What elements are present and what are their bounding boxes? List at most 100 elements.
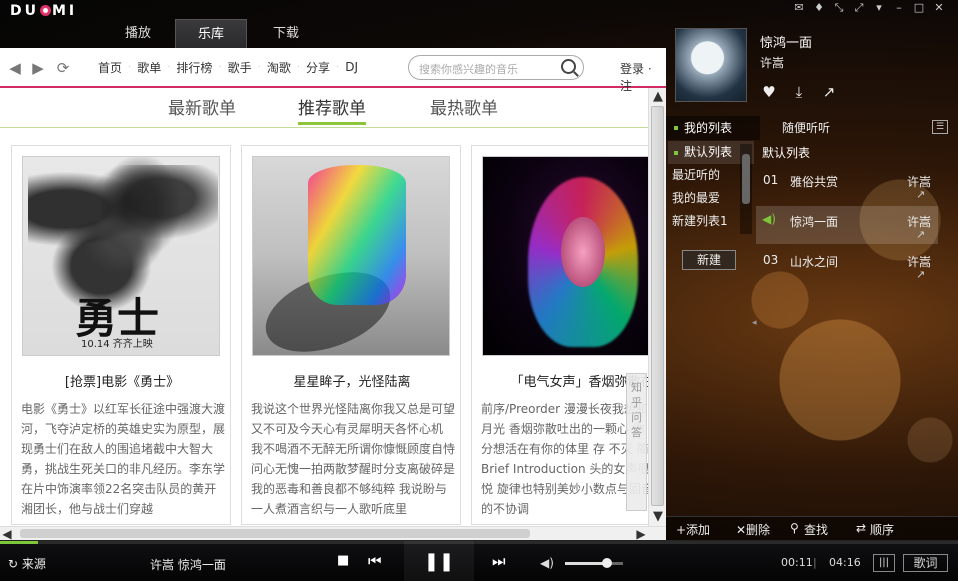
scroll-up-icon[interactable]: ▲	[649, 88, 666, 106]
tab-play[interactable]: 播放	[102, 19, 174, 48]
nav-charts[interactable]: 排行榜	[170, 59, 218, 76]
song-title: 雅俗共赏	[790, 175, 839, 189]
song-share-icon[interactable]: ↗	[916, 268, 925, 281]
search-small-icon[interactable]: ⚲	[790, 521, 799, 535]
pause-icon[interactable]: ❚❚	[404, 541, 474, 581]
playlist-scroll-thumb[interactable]	[742, 154, 750, 204]
qa-float-button[interactable]: 知乎问答	[626, 373, 647, 511]
equalizer-icon[interactable]: |||	[873, 554, 895, 572]
playlist-cards: 勇士 10.14 齐齐上映 [抢票]电影《勇士》 电影《勇士》以红军长征途中强渡…	[11, 145, 651, 525]
song-share-icon[interactable]: ↗	[916, 228, 925, 241]
playlist-title[interactable]: 星星眸子，光怪陆离	[242, 371, 462, 390]
playlist-scrollbar[interactable]	[740, 144, 752, 234]
forward-arrow-icon[interactable]: ▶	[29, 59, 47, 77]
library-browser: ◀ ▶ ⟳ 首页 · 歌单 · 排行榜 · 歌手 · 淘歌 · 分享 · DJ 搜索你感兴趣…	[0, 48, 666, 540]
share-icon[interactable]: ↗	[820, 83, 838, 101]
scroll-down-icon[interactable]: ▼	[649, 508, 666, 526]
tab-library[interactable]: 乐库	[175, 19, 247, 48]
add-button[interactable]: +添加	[676, 521, 710, 538]
playlist-card[interactable]: 勇士 10.14 齐齐上映 [抢票]电影《勇士》 电影《勇士》以红军长征途中强渡…	[11, 145, 231, 525]
tab-my-lists[interactable]: 我的列表	[666, 116, 760, 140]
next-icon[interactable]: ⏭	[492, 552, 506, 570]
back-arrow-icon[interactable]: ◀	[6, 59, 24, 77]
nav-share[interactable]: 分享	[300, 59, 336, 76]
playlist-cover[interactable]: 勇士 10.14 齐齐上映	[22, 156, 220, 356]
nav-home[interactable]: 首页	[92, 59, 128, 76]
subtab-recommended[interactable]: 推荐歌单	[298, 94, 366, 125]
scroll-right-icon[interactable]: ▶	[634, 527, 648, 540]
playlist-card[interactable]: 星星眸子，光怪陆离 我说这个世界光怪陆离你我又总是可望又不可及今天心有灵犀明天各…	[241, 145, 461, 525]
subtab-hottest[interactable]: 最热歌单	[430, 94, 498, 119]
vertical-scrollbar[interactable]: ▲ ▼	[648, 88, 666, 526]
song-row[interactable]: 03 山水之间 许嵩 ↗	[756, 246, 938, 284]
menu-icon[interactable]: ▾	[872, 2, 886, 14]
horizontal-scrollbar[interactable]: ◀ ▶	[0, 526, 666, 540]
song-row-playing[interactable]: ◀) 惊鸿一面 许嵩 ↗	[756, 206, 938, 244]
list-menu-icon[interactable]: ☰	[932, 120, 948, 134]
find-button[interactable]: 查找	[804, 521, 828, 538]
expand-icon[interactable]: ⤢	[852, 2, 866, 14]
time-separator: |	[813, 556, 817, 569]
minimize-icon[interactable]: –	[892, 2, 906, 14]
scroll-thumb[interactable]	[651, 106, 664, 506]
current-list-title: 默认列表	[762, 146, 811, 160]
previous-icon[interactable]: ⏮	[368, 552, 382, 570]
maximize-icon[interactable]: □	[912, 2, 926, 14]
nav-playlists[interactable]: 歌单	[131, 59, 167, 76]
search-icon[interactable]	[561, 59, 576, 74]
new-list-button[interactable]: 新建	[682, 250, 736, 270]
volume-knob[interactable]	[601, 558, 612, 568]
playback-progress[interactable]	[0, 541, 958, 544]
tab-download[interactable]: 下载	[250, 19, 322, 48]
volume-fill	[565, 562, 607, 565]
nav-artists[interactable]: 歌手	[222, 59, 258, 76]
source-button[interactable]: ↻ 来源	[8, 555, 46, 572]
download-icon[interactable]: ⤓	[790, 83, 808, 101]
playlist-title[interactable]: [抢票]电影《勇士》	[12, 371, 232, 390]
album-cover[interactable]	[675, 28, 747, 102]
speaker-icon: ◀)	[762, 212, 776, 226]
order-button[interactable]: 顺序	[870, 521, 894, 538]
hscroll-thumb[interactable]	[20, 529, 530, 538]
library-nav: 首页 · 歌单 · 排行榜 · 歌手 · 淘歌 · 分享 · DJ	[92, 48, 364, 86]
player-bar: ↻ 来源 许嵩 惊鸿一面 ■ ⏮ ❚❚ ⏭ ◀) 00:11 | 04:16 |…	[0, 540, 958, 581]
delete-button[interactable]: ✕删除	[736, 521, 770, 538]
order-icon[interactable]: ⇄	[856, 521, 866, 535]
playlist-card[interactable]: 「电气女声」香烟弥散在 前序/Preorder 漫漫长夜我想和你共看月光 香烟弥…	[471, 145, 651, 525]
list-bottom-bar: +添加 ✕删除 ⚲ 查找 ⇄ 顺序	[666, 516, 958, 540]
stop-icon[interactable]: ■	[337, 553, 349, 568]
volume-slider[interactable]	[565, 558, 623, 568]
close-icon[interactable]: ✕	[932, 2, 946, 14]
playlist-cover[interactable]	[482, 156, 651, 356]
glowing-face	[561, 217, 605, 287]
lyrics-button[interactable]: 歌词	[903, 554, 948, 572]
song-number: 03	[763, 253, 779, 267]
playlist-cover[interactable]	[252, 156, 450, 356]
lyrics-label: 歌词	[913, 556, 938, 570]
playlist-subtabs: 最新歌单 推荐歌单 最热歌单	[0, 88, 648, 128]
search-input[interactable]: 搜索你感兴趣的音乐	[408, 55, 584, 80]
refresh-icon[interactable]: ⟳	[54, 59, 72, 77]
ink-brush-art	[28, 165, 218, 275]
nav-dj[interactable]: DJ	[339, 60, 364, 74]
scroll-left-icon[interactable]: ◀	[0, 527, 14, 540]
source-icon: ↻	[8, 557, 19, 571]
skin-icon[interactable]: ♦	[812, 2, 826, 14]
nav-discover[interactable]: 淘歌	[261, 59, 297, 76]
subtab-newest[interactable]: 最新歌单	[168, 94, 236, 119]
now-playing-artist[interactable]: 许嵩	[760, 54, 784, 71]
mail-icon[interactable]: ✉	[792, 2, 806, 14]
now-playing-actions: ♥ ⤓ ↗	[760, 83, 838, 101]
volume-icon[interactable]: ◀)	[540, 556, 554, 570]
duomi-logo: DU MI	[10, 3, 78, 19]
current-time: 00:11	[781, 556, 813, 569]
mini-mode-icon[interactable]: ⤡	[832, 2, 846, 14]
playlist-description: 电影《勇士》以红军长征途中强渡大渡河，飞夺泸定桥的英雄史实为原型，展现勇士们在敌…	[21, 402, 226, 516]
song-row[interactable]: 01 雅俗共赏 许嵩 ↗	[756, 166, 938, 204]
song-share-icon[interactable]: ↗	[916, 188, 925, 201]
collapse-handle-icon[interactable]: ◂	[752, 318, 758, 332]
list-tabs: 我的列表 随便听听 ☰	[666, 116, 958, 140]
tab-random-listen[interactable]: 随便听听	[782, 116, 830, 140]
playlist-title[interactable]: 「电气女声」香烟弥散在	[472, 371, 651, 390]
heart-icon[interactable]: ♥	[760, 83, 778, 101]
